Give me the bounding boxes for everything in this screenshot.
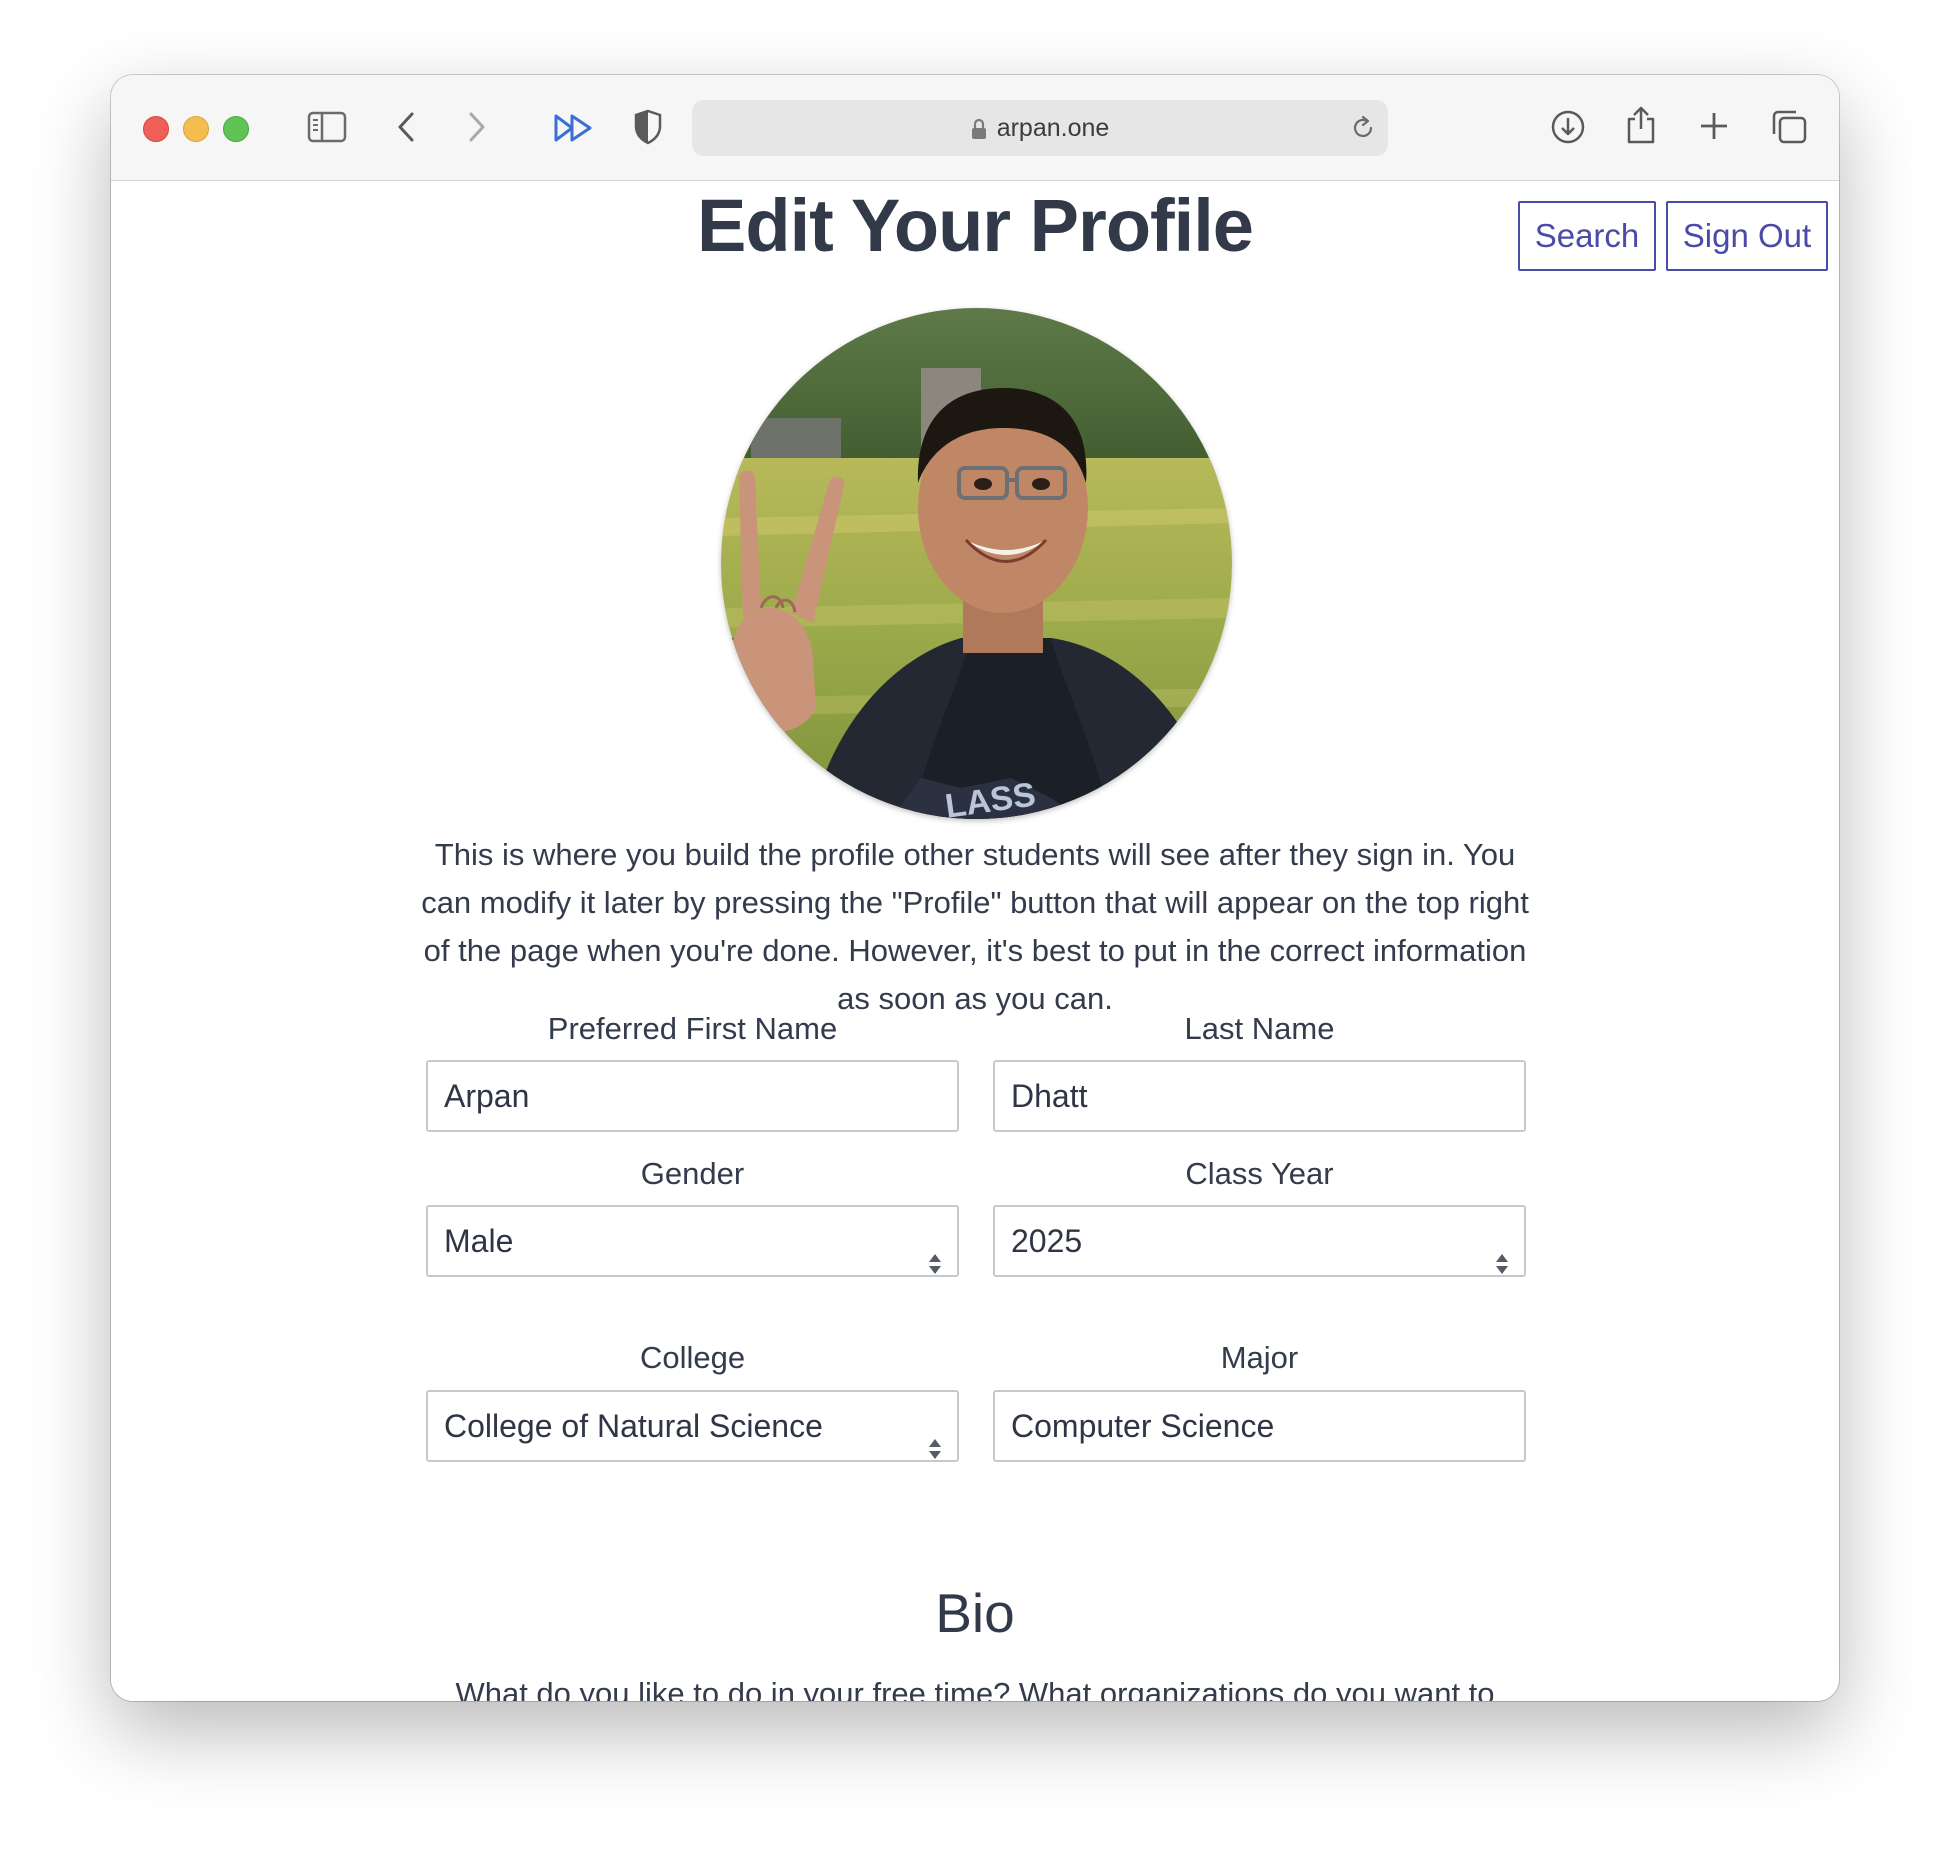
lock-icon xyxy=(971,118,987,140)
address-bar[interactable]: arpan.one xyxy=(692,100,1388,156)
major-input[interactable]: Computer Science xyxy=(993,1390,1526,1462)
select-arrows-icon xyxy=(927,1231,943,1274)
minimize-window-button[interactable] xyxy=(183,116,209,142)
major-label: Major xyxy=(1220,1340,1299,1375)
intro-paragraph: This is where you build the profile othe… xyxy=(421,837,1529,1016)
reload-icon[interactable] xyxy=(1350,114,1376,142)
first-name-label: Preferred First Name xyxy=(547,1011,838,1046)
browser-window: arpan.one Edit Your Profile Search Sign … xyxy=(111,75,1839,1701)
first-name-input[interactable]: Arpan xyxy=(426,1060,959,1132)
zoom-window-button[interactable] xyxy=(223,116,249,142)
back-icon[interactable] xyxy=(396,111,416,143)
college-select[interactable]: College of Natural Science xyxy=(426,1390,959,1462)
share-icon[interactable] xyxy=(1625,105,1657,145)
college-label: College xyxy=(639,1340,746,1375)
sidebar-icon[interactable] xyxy=(307,111,347,143)
download-icon[interactable] xyxy=(1550,109,1586,145)
sign-out-button[interactable]: Sign Out xyxy=(1666,201,1828,271)
class-year-label: Class Year xyxy=(1185,1156,1334,1191)
search-button[interactable]: Search xyxy=(1518,201,1656,271)
gender-label: Gender xyxy=(640,1156,745,1191)
profile-photo[interactable]: LASS xyxy=(721,308,1232,819)
gender-select-value: Male xyxy=(444,1223,514,1259)
last-name-input[interactable]: Dhatt xyxy=(993,1060,1526,1132)
url-text: arpan.one xyxy=(996,114,1110,142)
close-window-button[interactable] xyxy=(143,116,169,142)
extension-icon[interactable] xyxy=(553,113,595,143)
class-year-select-value: 2025 xyxy=(1011,1223,1083,1259)
gender-select[interactable]: Male xyxy=(426,1205,959,1277)
class-year-select[interactable]: 2025 xyxy=(993,1205,1526,1277)
forward-icon[interactable] xyxy=(467,111,487,143)
page-content: Edit Your Profile Search Sign Out LASS T… xyxy=(111,181,1839,1701)
browser-toolbar: arpan.one xyxy=(111,75,1839,181)
tabs-overview-icon[interactable] xyxy=(1770,109,1808,145)
select-arrows-icon xyxy=(1494,1231,1510,1274)
privacy-shield-icon[interactable] xyxy=(633,109,663,145)
select-arrows-icon xyxy=(927,1416,943,1459)
bio-prompt: What do you like to do in your free time… xyxy=(455,1676,1495,1701)
new-tab-icon[interactable] xyxy=(1698,110,1730,142)
college-select-value: College of Natural Science xyxy=(444,1408,823,1444)
bio-heading: Bio xyxy=(935,1582,1015,1644)
last-name-label: Last Name xyxy=(1184,1011,1335,1046)
